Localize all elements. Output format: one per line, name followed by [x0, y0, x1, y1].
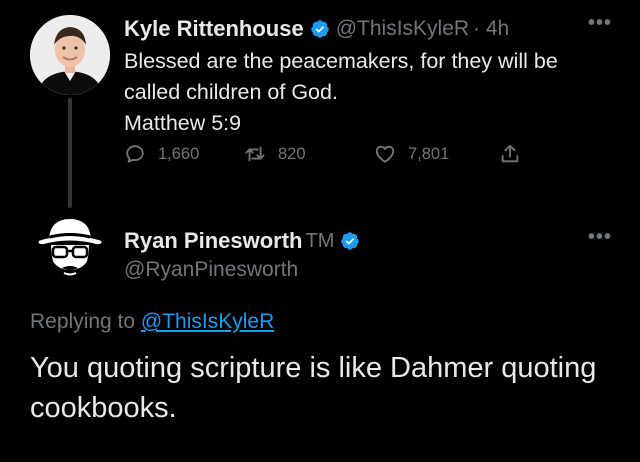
more-icon[interactable]: ••• — [588, 226, 612, 249]
replying-to-prefix: Replying to — [30, 310, 141, 333]
reply-text: You quoting scripture is like Dahmer quo… — [30, 352, 597, 424]
retweet-icon — [245, 146, 265, 162]
thread-connector-line — [68, 98, 72, 208]
verified-badge-icon — [341, 232, 360, 250]
tweet-time[interactable]: · 4h — [473, 17, 509, 41]
author-handle[interactable]: @ThisIsKyleR — [336, 17, 469, 41]
reply-button[interactable]: 1,660 — [124, 143, 199, 165]
share-button[interactable] — [499, 143, 533, 165]
more-icon[interactable]: ••• — [588, 12, 612, 35]
reply-header: Ryan Pinesworth TM — [124, 226, 360, 256]
cartoon-avatar — [36, 216, 104, 285]
like-icon — [375, 145, 395, 163]
replying-to-mention-link[interactable]: @ThisIsKyleR — [141, 310, 274, 333]
author-avatar[interactable] — [30, 15, 110, 95]
reply-author-handle[interactable]: @RyanPinesworth — [124, 258, 298, 282]
like-count: 7,801 — [408, 144, 450, 163]
trademark-label: TM — [305, 229, 335, 252]
tweet-text: Blessed are the peacemakers, for they wi… — [124, 49, 558, 135]
tweet-actions: 1,660 820 7,801 — [124, 143, 524, 177]
reply-author-name[interactable]: Ryan Pinesworth — [124, 228, 302, 254]
share-icon — [501, 144, 519, 163]
retweet-button[interactable]: 820 — [244, 143, 306, 165]
reply-count: 1,660 — [158, 144, 200, 163]
retweet-count: 820 — [278, 144, 306, 163]
avatar-photo — [30, 15, 110, 95]
verified-badge-icon — [310, 20, 329, 38]
tweet-header: Kyle Rittenhouse @ThisIsKyleR · 4h — [124, 14, 509, 44]
reply-icon — [126, 145, 144, 163]
replying-to-line: Replying to @ThisIsKyleR — [30, 310, 274, 334]
reply-author-avatar[interactable] — [30, 210, 110, 290]
like-button[interactable]: 7,801 — [374, 143, 449, 165]
author-name[interactable]: Kyle Rittenhouse — [124, 16, 304, 42]
